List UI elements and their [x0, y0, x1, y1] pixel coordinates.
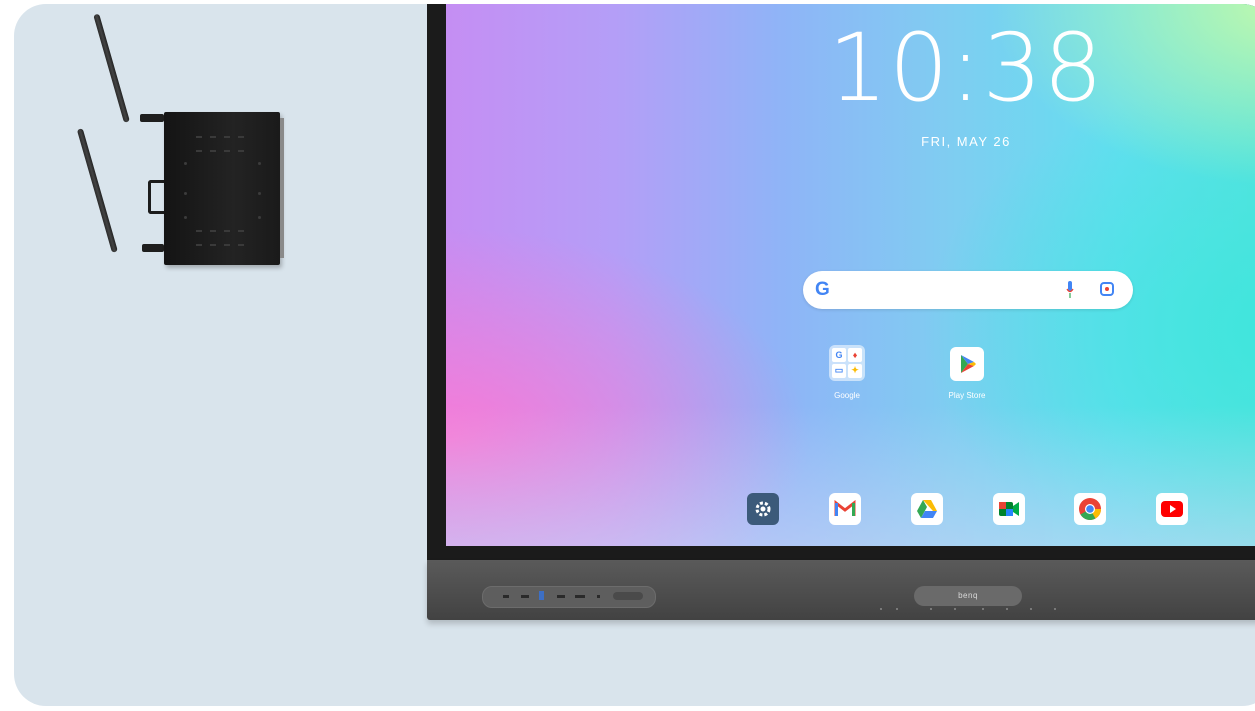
- module-rail: [280, 118, 284, 258]
- meet-icon: [999, 502, 1019, 516]
- drive-icon: [917, 500, 937, 518]
- dock-gmail[interactable]: [829, 493, 861, 525]
- clock: 10:38: [828, 14, 1104, 123]
- port: [503, 595, 509, 598]
- io-port-panel: [482, 586, 656, 608]
- vent: [210, 136, 216, 152]
- vent: [224, 136, 230, 152]
- vent: [196, 230, 202, 246]
- gmail-icon: [834, 500, 856, 516]
- app-label-google: Google: [834, 391, 860, 400]
- screw: [184, 192, 187, 195]
- screw: [184, 216, 187, 219]
- dock-meet[interactable]: [993, 493, 1025, 525]
- sensor-dot: [982, 608, 984, 610]
- sensor-dot: [1030, 608, 1032, 610]
- settings-icon: [755, 501, 771, 517]
- vent: [196, 136, 202, 152]
- dock-youtube[interactable]: [1156, 493, 1188, 525]
- sensor-dot: [930, 608, 932, 610]
- brand-logo: benq: [914, 586, 1022, 606]
- google-logo-icon: G: [815, 279, 830, 300]
- vent: [238, 230, 244, 246]
- screw: [258, 192, 261, 195]
- google-search-bar[interactable]: G: [803, 271, 1133, 309]
- play-store-icon: [950, 347, 984, 381]
- play-store-app[interactable]: [950, 347, 984, 386]
- sensor-dot: [1054, 608, 1056, 610]
- dock-chrome[interactable]: [1074, 493, 1106, 525]
- sensor-dot: [880, 608, 882, 610]
- antenna-bottom-joint: [142, 244, 164, 252]
- port: [521, 595, 529, 598]
- port: [597, 595, 600, 598]
- sensor-dot: [954, 608, 956, 610]
- usb-port: [539, 591, 544, 600]
- youtube-icon: [1161, 501, 1183, 517]
- dock-settings[interactable]: [747, 493, 779, 525]
- background-card: 10:38 FRI, MAY 26 G G ♦ ▭ ✦ Google Play …: [14, 4, 1255, 706]
- sensor-dot: [896, 608, 898, 610]
- vent: [210, 230, 216, 246]
- app-label-play-store: Play Store: [948, 391, 986, 400]
- screw: [258, 216, 261, 219]
- chrome-icon: [1079, 498, 1101, 520]
- lens-icon[interactable]: [1100, 282, 1114, 296]
- speaker-grille: [613, 592, 643, 600]
- vent: [238, 136, 244, 152]
- date: FRI, MAY 26: [921, 134, 1011, 149]
- sensor-dot: [1006, 608, 1008, 610]
- module-box: [164, 112, 284, 265]
- antenna-top: [93, 13, 130, 123]
- dock-drive[interactable]: [911, 493, 943, 525]
- mic-icon[interactable]: [1066, 281, 1074, 299]
- google-folder[interactable]: G ♦ ▭ ✦: [829, 345, 865, 381]
- port: [557, 595, 565, 598]
- google-folder-icon: G ♦ ▭ ✦: [829, 345, 865, 381]
- vent: [224, 230, 230, 246]
- port: [575, 595, 585, 598]
- antenna-top-joint: [140, 114, 164, 122]
- antenna-bottom: [76, 128, 118, 253]
- screw: [258, 162, 261, 165]
- screw: [184, 162, 187, 165]
- display-screen: 10:38 FRI, MAY 26 G G ♦ ▭ ✦ Google Play …: [446, 4, 1255, 546]
